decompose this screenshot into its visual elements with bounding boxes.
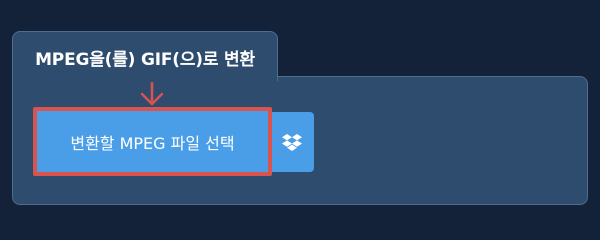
highlight-frame — [33, 107, 272, 176]
converter-widget: MPEG을(를) GIF(으)로 변환 변환할 MPEG 파일 선택 — [0, 0, 600, 230]
tab-title: MPEG을(를) GIF(으)로 변환 — [35, 50, 255, 70]
dropbox-button[interactable] — [268, 112, 314, 172]
converter-tab[interactable]: MPEG을(를) GIF(으)로 변환 — [12, 31, 278, 81]
dropbox-icon — [281, 134, 302, 151]
pointer-arrow-icon — [140, 82, 164, 106]
